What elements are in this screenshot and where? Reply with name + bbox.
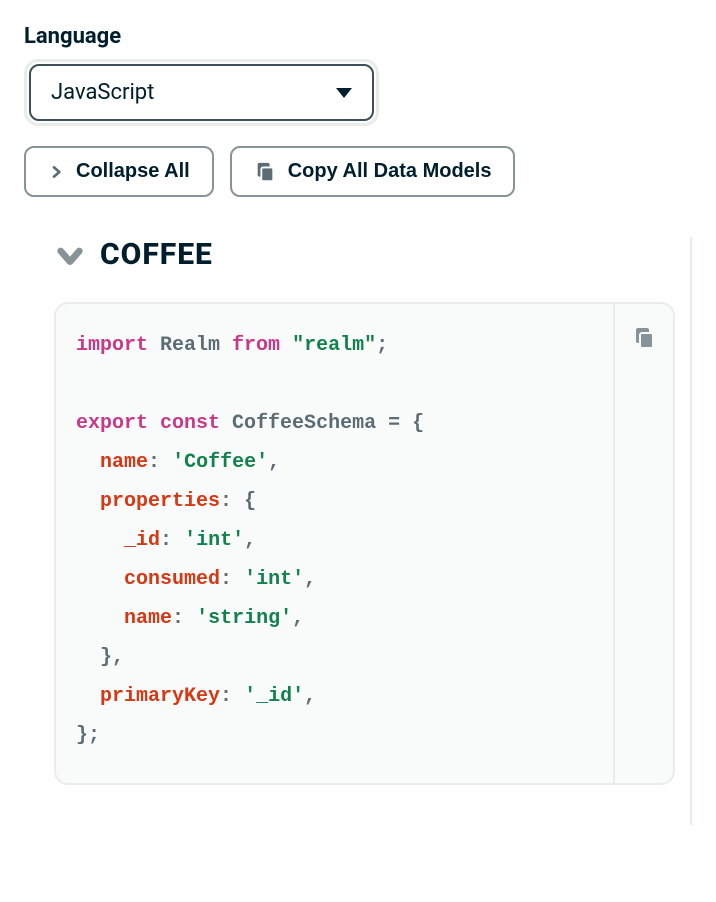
language-label: Language bbox=[24, 24, 692, 49]
collapse-all-label: Collapse All bbox=[76, 160, 190, 183]
copy-code-icon[interactable] bbox=[632, 326, 656, 350]
data-model-section: COFFEE import Realm from "realm"; export… bbox=[54, 237, 692, 825]
language-select-value: JavaScript bbox=[51, 80, 154, 105]
section-title: COFFEE bbox=[100, 237, 213, 272]
toolbar: Collapse All Copy All Data Models bbox=[24, 146, 692, 197]
collapse-all-button[interactable]: Collapse All bbox=[24, 146, 214, 197]
language-select[interactable]: JavaScript bbox=[24, 59, 379, 126]
caret-down-icon bbox=[336, 88, 352, 98]
code-sidebar bbox=[613, 304, 673, 783]
section-toggle[interactable]: COFFEE bbox=[54, 237, 675, 272]
copy-icon bbox=[254, 161, 276, 183]
copy-all-label: Copy All Data Models bbox=[288, 160, 492, 183]
chevron-right-icon bbox=[48, 164, 64, 180]
code-block[interactable]: import Realm from "realm"; export const … bbox=[56, 304, 613, 783]
copy-all-button[interactable]: Copy All Data Models bbox=[230, 146, 516, 197]
code-panel: import Realm from "realm"; export const … bbox=[54, 302, 675, 785]
chevron-down-icon bbox=[54, 239, 86, 271]
